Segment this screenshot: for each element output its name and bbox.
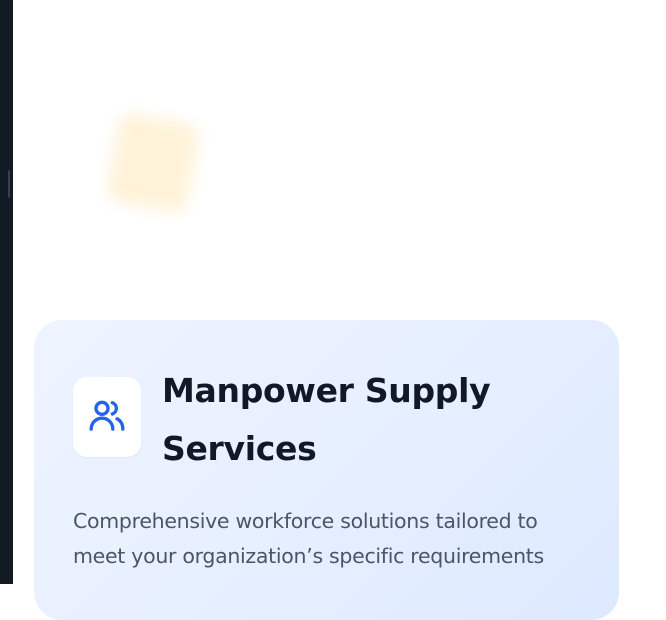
- users-icon: [87, 395, 127, 440]
- service-icon-tile: [73, 377, 141, 457]
- window-left-edge: [0, 0, 13, 584]
- service-card-title: Manpower Supply Services: [162, 371, 491, 468]
- service-card-description: Comprehensive workforce solutions tailor…: [73, 509, 544, 568]
- service-card-manpower-supply[interactable]: Manpower Supply Services Comprehensive w…: [34, 320, 619, 620]
- decorative-blurred-square: [104, 111, 202, 215]
